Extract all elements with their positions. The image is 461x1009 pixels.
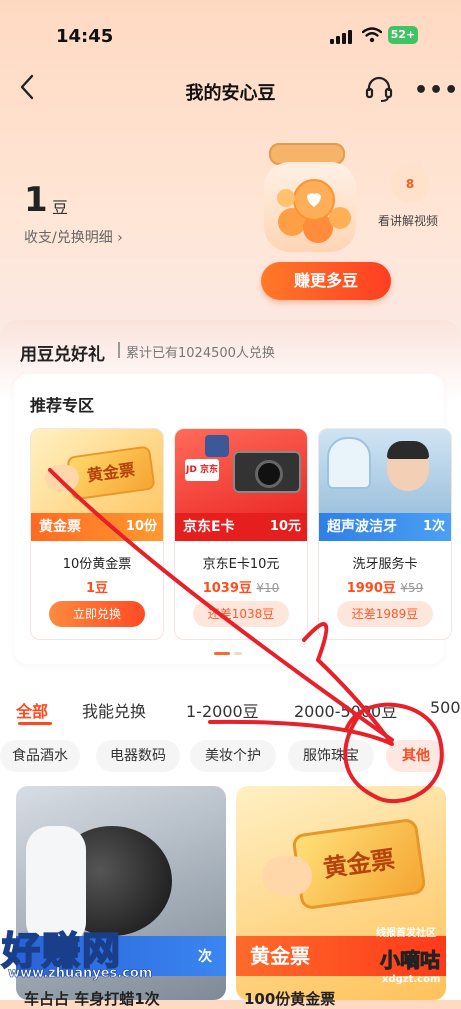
card-price: 1039豆 ¥10 [175,577,307,596]
status-time: 14:45 [56,26,114,47]
tab-500-plus[interactable]: 500 [430,698,461,717]
dentist-figure [327,437,371,489]
card-name: 京东E卡10元 [202,557,280,572]
customer-service-icon[interactable] [364,74,394,104]
price-value: 1豆 [85,581,109,596]
chip-electronics[interactable]: 电器数码 [96,740,180,772]
battery-icon: 52+ [388,26,418,44]
section-subtitle: 累计已有1024500人兑换 [126,346,275,361]
patient-face [387,441,429,491]
watermark-url: www.zhuanyes.com [8,966,153,982]
insufficient-beans-button[interactable]: 还差1038豆 [193,601,289,627]
price-value: 1990豆 [346,581,396,596]
chip-other[interactable]: 其他 [386,740,446,772]
card-quantity: 10元 [269,519,301,534]
recommend-card-gold-ticket[interactable]: 黄金票 黄金票 10份 10份黄金票 1豆 立即兑换 [30,428,164,640]
recommend-card-teeth-cleaning[interactable]: 超声波洁牙 1次 洗牙服务卡 1990豆 ¥59 还差1989豆 [318,428,452,640]
card-quantity: 10份 [125,519,157,534]
chip-food-drinks[interactable]: 食品酒水 [0,740,80,772]
tab-1-2000[interactable]: 1-2000豆 [186,698,259,722]
recommend-card-jd-ecard[interactable]: JD 京东 京东E卡 10元 京东E卡10元 1039豆 ¥10 还差1038豆 [174,428,308,640]
product-name[interactable]: 车占占 车身打蜡1次 [24,988,160,1009]
earn-more-beans-button[interactable]: 赚更多豆 [261,262,391,300]
original-price: ¥10 [256,581,280,595]
active-tab-underline [18,722,52,725]
tab-2000-5000[interactable]: 2000-5000豆 [294,698,397,722]
bean-unit: 豆 [52,198,69,217]
bean-jar-illustration [264,143,356,252]
hand-illustration [262,856,312,896]
cellular-signal-icon [330,30,352,44]
video-tutorial-link[interactable]: 看讲解视频 [378,212,438,229]
card-price: 1990豆 ¥59 [319,577,451,596]
redeem-now-button[interactable]: 立即兑换 [49,601,145,627]
product-can-image [205,435,229,457]
video-thumbnail-icon[interactable]: 8 [391,165,429,203]
chip-apparel-jewelry[interactable]: 服饰珠宝 [288,740,374,772]
insufficient-beans-button[interactable]: 还差1989豆 [337,601,433,627]
card-quantity: 1次 [422,519,445,534]
card-name: 洗牙服务卡 [352,557,418,572]
bean-balance: 1 [24,180,48,220]
watermark-url-2: xdgzt.com [382,974,441,985]
jd-logo: JD 京东 [185,459,219,481]
carousel-indicator [214,652,244,656]
ticket-label: 黄金票 [291,817,427,911]
section-divider [118,342,120,358]
product-name[interactable]: 100份黄金票 [244,988,335,1009]
card-price: 1豆 [31,577,163,596]
chip-beauty[interactable]: 美妆个护 [190,740,276,772]
section-title: 用豆兑好礼 [20,345,105,365]
transaction-detail-link[interactable]: 收支/兑换明细 › [24,227,123,247]
hand-illustration [45,465,79,491]
recommend-title: 推荐专区 [30,396,95,415]
card-name: 10份黄金票 [62,557,132,572]
price-value: 1039豆 [202,581,252,596]
tab-all[interactable]: 全部 [16,698,48,722]
ticket-label: 黄金票 [66,445,156,501]
wifi-icon [362,27,382,43]
product-quantity: 次 [198,949,212,965]
original-price: ¥59 [400,581,424,595]
more-options-icon[interactable]: ••• [414,78,459,103]
watermark-tagline: 线报首发社区 [376,928,436,939]
watermark-logo-2: 小嘀咕 [380,948,441,973]
camera-image [233,451,301,493]
tab-can-redeem[interactable]: 我能兑换 [82,698,146,722]
